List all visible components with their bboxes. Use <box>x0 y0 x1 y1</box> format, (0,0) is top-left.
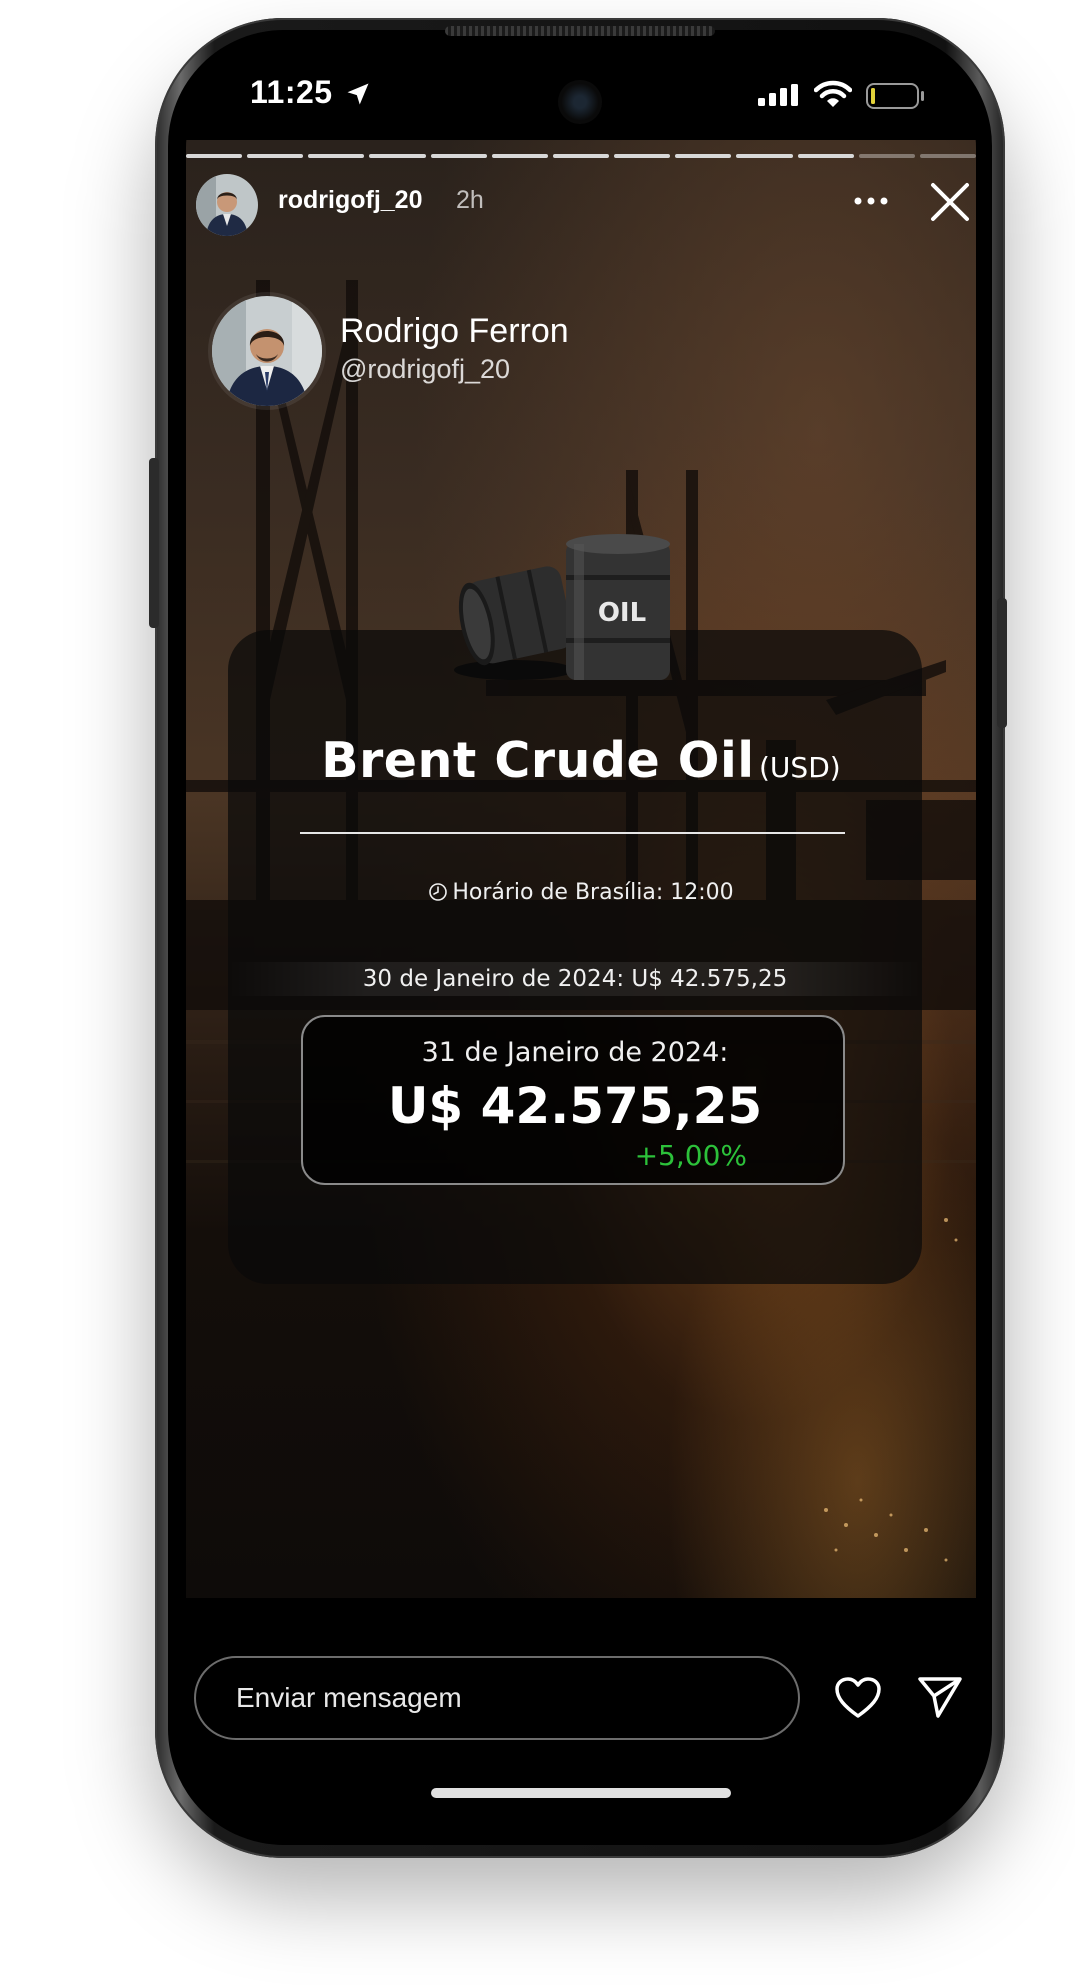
wifi-icon <box>814 80 852 107</box>
power-button <box>997 598 1007 728</box>
time-row: Horário de Brasília: 12:00 <box>186 880 976 905</box>
story-username[interactable]: rodrigofj_20 <box>278 186 422 215</box>
asset-name: Brent Crude Oil <box>321 732 755 789</box>
price-change: +5,00% <box>634 1139 747 1172</box>
home-indicator[interactable] <box>431 1788 731 1798</box>
send-icon[interactable] <box>916 1674 964 1720</box>
front-camera <box>558 80 602 124</box>
oil-barrels-icon: OIL <box>454 534 670 680</box>
time-label: Horário de Brasília: 12:00 <box>452 880 734 905</box>
speaker-grille <box>445 26 715 36</box>
story-progress <box>186 154 976 158</box>
status-time: 11:25 <box>250 74 333 110</box>
current-price-box: 31 de Janeiro de 2024: U$ 42.575,25 +5,0… <box>301 1015 845 1185</box>
asset-currency: (USD) <box>759 751 841 784</box>
avatar[interactable] <box>196 174 258 236</box>
previous-price: 30 de Janeiro de 2024: U$ 42.575,25 <box>228 962 922 996</box>
close-icon[interactable] <box>928 180 972 224</box>
message-input[interactable]: Enviar mensagem <box>194 1656 800 1740</box>
story-view[interactable]: rodrigofj_20 2h Rodrigo Ferron @rodrigof… <box>186 140 976 1598</box>
author-handle: @rodrigofj_20 <box>340 354 511 384</box>
story-timestamp: 2h <box>456 186 484 214</box>
divider <box>300 832 845 834</box>
barrel-label: OIL <box>598 598 646 628</box>
author-avatar <box>212 296 322 406</box>
more-icon[interactable] <box>853 196 889 206</box>
battery-icon <box>866 83 924 109</box>
quote-card <box>228 630 922 1284</box>
card-title: Brent Crude Oil (USD) <box>186 732 976 789</box>
author-name: Rodrigo Ferron <box>340 312 569 350</box>
signal-icon <box>758 84 798 106</box>
heart-icon[interactable] <box>834 1676 882 1720</box>
location-arrow-icon <box>347 83 369 105</box>
current-date: 31 de Janeiro de 2024: <box>421 1037 729 1068</box>
screen: 11:25 rodrigofj_20 2h Rodrigo Ferron @ro… <box>186 48 976 1828</box>
current-price: U$ 42.575,25 <box>387 1077 763 1135</box>
side-button <box>149 458 159 628</box>
clock-icon <box>429 883 448 901</box>
